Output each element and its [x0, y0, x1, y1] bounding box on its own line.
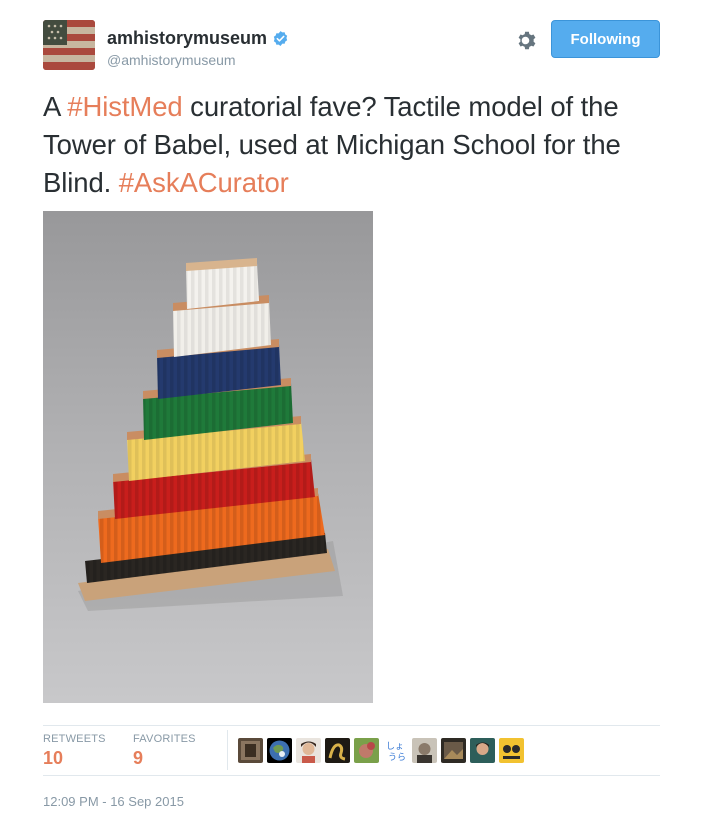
verified-badge-icon — [272, 30, 289, 47]
avatar[interactable] — [325, 738, 350, 763]
author-names: amhistorymuseum @amhistorymuseum — [107, 28, 289, 68]
author-name-row[interactable]: amhistorymuseum — [107, 28, 289, 49]
tower-of-babel-model-image — [43, 211, 373, 703]
avatar[interactable]: しょ うら — [383, 738, 408, 763]
divider — [227, 730, 228, 770]
avatar[interactable] — [267, 738, 292, 763]
avatar[interactable] — [43, 20, 95, 70]
tweet-photo[interactable] — [43, 211, 373, 703]
tweet-timestamp[interactable]: 12:09 PM - 16 Sep 2015 — [43, 794, 184, 809]
hashtag-link[interactable]: #AskACurator — [119, 167, 289, 198]
avatar[interactable] — [238, 738, 263, 763]
avatar[interactable] — [441, 738, 466, 763]
author-name[interactable]: amhistorymuseum — [107, 28, 267, 49]
divider — [43, 725, 660, 726]
favorites-count[interactable]: 9 — [133, 748, 196, 769]
flag-avatar-image — [43, 20, 95, 70]
favorites-stat[interactable]: FAVORITES 9 — [133, 733, 196, 769]
favoriter-avatars: しょ うら — [238, 738, 524, 763]
tweet-text: A #HistMed curatorial fave? Tactile mode… — [43, 88, 673, 202]
tweet-text-segment: A — [43, 91, 68, 122]
retweets-count[interactable]: 10 — [43, 748, 106, 769]
avatar[interactable] — [296, 738, 321, 763]
favorites-label: FAVORITES — [133, 733, 196, 745]
retweets-label: RETWEETS — [43, 733, 106, 745]
divider — [43, 775, 660, 776]
tweet-header: amhistorymuseum @amhistorymuseum Followi… — [43, 20, 663, 72]
svg-text:しょ: しょ — [386, 741, 404, 752]
avatar[interactable] — [412, 738, 437, 763]
author-handle[interactable]: @amhistorymuseum — [107, 52, 289, 68]
avatar[interactable] — [470, 738, 495, 763]
gear-icon[interactable] — [515, 29, 539, 53]
hashtag-link[interactable]: #HistMed — [67, 91, 182, 122]
svg-text:うら: うら — [388, 752, 406, 763]
following-button[interactable]: Following — [551, 20, 660, 58]
avatar[interactable] — [354, 738, 379, 763]
retweets-stat[interactable]: RETWEETS 10 — [43, 733, 106, 769]
avatar[interactable] — [499, 738, 524, 763]
